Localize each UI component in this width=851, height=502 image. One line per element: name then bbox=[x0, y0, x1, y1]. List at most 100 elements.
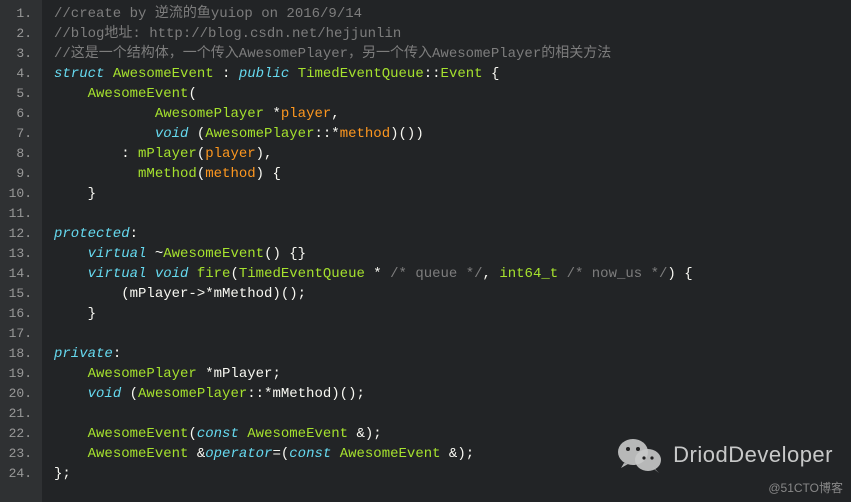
code-token bbox=[331, 446, 339, 462]
line-number: 10. bbox=[6, 184, 32, 204]
code-token: struct bbox=[54, 66, 104, 82]
code-token: ::*mMethod)(); bbox=[247, 386, 365, 402]
code-line bbox=[54, 204, 851, 224]
code-token: AwesomePlayer bbox=[88, 366, 197, 382]
code-line: struct AwesomeEvent : public TimedEventQ… bbox=[54, 64, 851, 84]
code-token: /* now_us */ bbox=[567, 266, 668, 282]
code-token: AwesomePlayer bbox=[155, 106, 264, 122]
line-number: 23. bbox=[6, 444, 32, 464]
line-number: 20. bbox=[6, 384, 32, 404]
line-number-gutter: 1.2.3.4.5.6.7.8.9.10.11.12.13.14.15.16.1… bbox=[0, 0, 42, 502]
code-token: AwesomeEvent bbox=[247, 426, 348, 442]
line-number: 12. bbox=[6, 224, 32, 244]
code-token: () {} bbox=[264, 246, 306, 262]
code-token bbox=[54, 86, 88, 102]
line-number: 9. bbox=[6, 164, 32, 184]
code-token: virtual bbox=[88, 246, 147, 262]
code-token: mMethod bbox=[138, 166, 197, 182]
line-number: 7. bbox=[6, 124, 32, 144]
code-token: method bbox=[340, 126, 390, 142]
code-token: ) { bbox=[256, 166, 281, 182]
code-editor: 1.2.3.4.5.6.7.8.9.10.11.12.13.14.15.16.1… bbox=[0, 0, 851, 502]
code-token: )()) bbox=[390, 126, 424, 142]
code-token: player bbox=[281, 106, 331, 122]
code-line: virtual ~AwesomeEvent() {} bbox=[54, 244, 851, 264]
code-token: method bbox=[205, 166, 255, 182]
code-token: AwesomeEvent bbox=[88, 426, 189, 442]
code-token: ::* bbox=[314, 126, 339, 142]
code-token: ( bbox=[188, 126, 205, 142]
line-number: 15. bbox=[6, 284, 32, 304]
code-line: void (AwesomePlayer::*method)()) bbox=[54, 124, 851, 144]
code-token: protected bbox=[54, 226, 130, 242]
code-token: TimedEventQueue bbox=[298, 66, 424, 82]
code-line: //blog地址: http://blog.csdn.net/hejjunlin bbox=[54, 24, 851, 44]
code-token: ( bbox=[188, 426, 196, 442]
line-number: 11. bbox=[6, 204, 32, 224]
code-token: ) { bbox=[667, 266, 692, 282]
code-token: TimedEventQueue bbox=[239, 266, 365, 282]
code-token: //这是一个结构体，一个传入AwesomePlayer，另一个传入Awesome… bbox=[54, 46, 611, 62]
code-token: ( bbox=[230, 266, 238, 282]
code-token: AwesomePlayer bbox=[138, 386, 247, 402]
code-token: { bbox=[483, 66, 500, 82]
line-number: 14. bbox=[6, 264, 32, 284]
code-token bbox=[146, 266, 154, 282]
code-token: //blog地址: http://blog.csdn.net/hejjunlin bbox=[54, 26, 401, 42]
line-number: 17. bbox=[6, 324, 32, 344]
code-token: ( bbox=[121, 386, 138, 402]
line-number: 5. bbox=[6, 84, 32, 104]
line-number: 1. bbox=[6, 4, 32, 24]
code-token: AwesomeEvent bbox=[113, 66, 214, 82]
code-token bbox=[54, 426, 88, 442]
code-token: &); bbox=[348, 426, 382, 442]
code-token: void bbox=[155, 126, 189, 142]
line-number: 24. bbox=[6, 464, 32, 484]
code-token: , bbox=[483, 266, 500, 282]
code-token bbox=[54, 106, 155, 122]
code-line: protected: bbox=[54, 224, 851, 244]
code-token: Event bbox=[441, 66, 483, 82]
code-line bbox=[54, 324, 851, 344]
code-line: virtual void fire(TimedEventQueue * /* q… bbox=[54, 264, 851, 284]
code-token: =( bbox=[272, 446, 289, 462]
footer-credit: @51CTO博客 bbox=[768, 479, 843, 496]
line-number: 3. bbox=[6, 44, 32, 64]
code-token: void bbox=[155, 266, 189, 282]
code-line: //create by 逆流的鱼yuiop on 2016/9/14 bbox=[54, 4, 851, 24]
code-line: AwesomePlayer *player, bbox=[54, 104, 851, 124]
code-token: , bbox=[331, 106, 339, 122]
code-token: &); bbox=[441, 446, 475, 462]
code-area: //create by 逆流的鱼yuiop on 2016/9/14 //blog… bbox=[42, 0, 851, 502]
code-token: int64_t bbox=[499, 266, 558, 282]
code-token bbox=[54, 386, 88, 402]
line-number: 21. bbox=[6, 404, 32, 424]
code-line: mMethod(method) { bbox=[54, 164, 851, 184]
code-token: mPlayer bbox=[138, 146, 197, 162]
code-line: private: bbox=[54, 344, 851, 364]
watermark-text: DriodDeveloper bbox=[673, 442, 833, 468]
code-line: AwesomeEvent( bbox=[54, 84, 851, 104]
code-token: * bbox=[365, 266, 390, 282]
code-token: const bbox=[197, 426, 239, 442]
code-token: AwesomeEvent bbox=[88, 86, 189, 102]
code-token bbox=[54, 446, 88, 462]
code-token: : bbox=[130, 226, 138, 242]
code-token: AwesomeEvent bbox=[163, 246, 264, 262]
code-token: player bbox=[205, 146, 255, 162]
line-number: 4. bbox=[6, 64, 32, 84]
line-number: 8. bbox=[6, 144, 32, 164]
code-token bbox=[54, 366, 88, 382]
code-token: ( bbox=[197, 166, 205, 182]
code-token: void bbox=[88, 386, 122, 402]
line-number: 16. bbox=[6, 304, 32, 324]
code-token bbox=[188, 266, 196, 282]
code-token: AwesomeEvent bbox=[88, 446, 189, 462]
wechat-icon bbox=[617, 436, 663, 474]
line-number: 22. bbox=[6, 424, 32, 444]
code-token: & bbox=[188, 446, 205, 462]
code-token bbox=[239, 426, 247, 442]
code-token bbox=[104, 66, 112, 82]
watermark: DriodDeveloper bbox=[617, 436, 833, 474]
code-line: : mPlayer(player), bbox=[54, 144, 851, 164]
